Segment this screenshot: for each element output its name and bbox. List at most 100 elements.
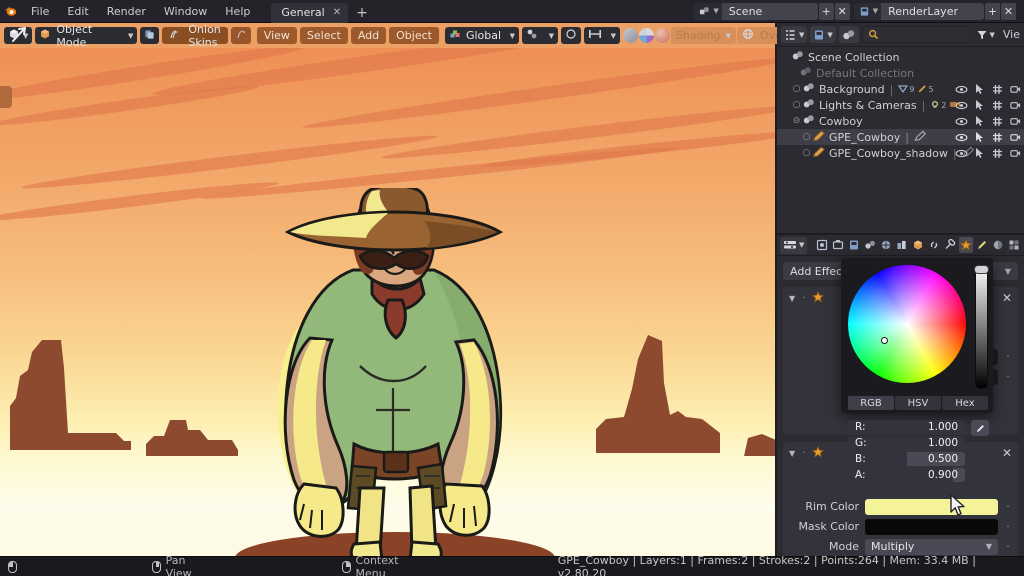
tab-hex[interactable]: Hex — [942, 396, 988, 410]
color-wheel-cursor[interactable] — [881, 337, 888, 344]
add-workspace-button[interactable]: + — [348, 3, 376, 23]
tab-visual-effects-properties[interactable] — [959, 237, 974, 253]
3d-viewport[interactable]: expand-panel-icon — [0, 48, 775, 556]
collapse-triangle-icon[interactable]: ▼ — [789, 294, 795, 303]
viewport-render-icon[interactable] — [991, 82, 1004, 96]
menu-help[interactable]: Help — [216, 0, 259, 23]
tab-object-data-properties[interactable] — [1007, 237, 1021, 253]
animate-dot-icon[interactable]: · — [1004, 540, 1012, 553]
viewport-render-icon[interactable] — [991, 114, 1004, 128]
new-viewlayer-button[interactable]: + — [985, 2, 1000, 20]
viewport-menu-object[interactable]: Object — [389, 27, 439, 44]
rim-color-swatch[interactable] — [865, 498, 998, 515]
menu-window[interactable]: Window — [155, 0, 216, 23]
shading-popover[interactable]: Shading ▼ — [670, 27, 737, 44]
cursor-select-icon[interactable] — [973, 114, 986, 128]
eye-icon[interactable] — [955, 130, 968, 144]
unlink-scene-button[interactable]: ✕ — [834, 2, 850, 20]
value-slider[interactable] — [975, 265, 988, 389]
value-slider-handle[interactable] — [974, 265, 989, 274]
new-scene-button[interactable]: + — [818, 2, 834, 20]
tab-constraints-properties[interactable] — [927, 237, 941, 253]
close-icon[interactable]: ✕ — [1002, 291, 1012, 305]
outliner-collection-button[interactable] — [838, 26, 859, 43]
color-field-r[interactable]: R: 1.000 — [848, 420, 965, 434]
viewlayer-name[interactable]: RenderLayer — [881, 2, 984, 20]
outliner-view-menu[interactable]: Vie — [1001, 28, 1020, 41]
properties-editor-type-selector[interactable]: ▼ — [780, 236, 808, 254]
viewport-render-icon[interactable] — [991, 98, 1004, 112]
tab-output-properties[interactable] — [831, 237, 845, 253]
viewport-render-icon[interactable] — [991, 146, 1004, 160]
solid-shading-button[interactable] — [638, 28, 654, 43]
mode-dropdown[interactable]: Multiply ▼ — [865, 538, 998, 555]
tab-render-properties[interactable] — [815, 237, 829, 253]
menu-edit[interactable]: Edit — [58, 0, 97, 23]
outliner-row-scene-collection[interactable]: Scene Collection — [777, 49, 1024, 65]
tab-object-properties[interactable] — [911, 237, 925, 253]
tab-hsv[interactable]: HSV — [895, 396, 941, 410]
collapse-triangle-icon[interactable]: ▼ — [789, 449, 795, 458]
expand-toggle-icon[interactable]: ○ — [801, 148, 812, 158]
cursor-select-icon[interactable] — [973, 98, 986, 112]
chevron-down-icon[interactable]: ▼ — [712, 7, 721, 15]
copy-settings-button[interactable] — [140, 27, 160, 44]
tab-world-properties[interactable] — [879, 237, 893, 253]
menu-render[interactable]: Render — [98, 0, 155, 23]
tab-texture-properties[interactable] — [991, 237, 1005, 253]
workspace-tab-general[interactable]: General ✕ — [271, 2, 349, 23]
animate-dot-icon[interactable]: · — [1004, 500, 1012, 513]
expand-panel-icon[interactable]: expand-panel-icon — [0, 86, 12, 108]
mode-selector[interactable]: Object Mode ▼ — [35, 23, 138, 49]
remove-viewlayer-button[interactable]: ✕ — [1001, 2, 1016, 20]
pivot-point-selector[interactable]: ▼ — [583, 27, 620, 44]
color-field-a[interactable]: A: 0.900 — [848, 468, 965, 482]
eye-icon[interactable] — [955, 98, 968, 112]
eye-icon[interactable] — [955, 146, 968, 160]
outliner-filter-id-selector[interactable]: ▼ — [810, 26, 836, 43]
scene-id-block[interactable]: ▼ Scene — [694, 2, 818, 20]
mask-color-swatch[interactable] — [865, 518, 998, 535]
outliner-display-mode-selector[interactable]: ▼ — [781, 26, 808, 43]
expand-toggle-icon[interactable]: ○ — [791, 84, 802, 94]
transform-orientation-selector[interactable]: Global ▼ — [444, 27, 519, 44]
tab-modifier-properties[interactable] — [943, 237, 957, 253]
camera-render-icon[interactable] — [1009, 146, 1022, 160]
tab-collection-properties[interactable] — [895, 237, 909, 253]
expand-toggle-icon[interactable]: ○ — [791, 100, 802, 110]
camera-render-icon[interactable] — [1009, 98, 1022, 112]
animate-dot-icon[interactable]: · — [1004, 520, 1012, 533]
cursor-select-icon[interactable] — [973, 146, 986, 160]
blender-logo-icon[interactable] — [0, 0, 22, 23]
snap-selector[interactable]: ▼ — [521, 27, 558, 44]
color-field-b[interactable]: B: 0.500 — [848, 452, 965, 466]
close-icon[interactable]: ✕ — [1002, 446, 1012, 460]
tab-rgb[interactable]: RGB — [848, 396, 894, 410]
scene-name[interactable]: Scene — [721, 2, 818, 20]
close-icon[interactable]: ✕ — [333, 7, 341, 18]
outliner-row-background[interactable]: ○ Background | 9 5 — [777, 81, 1024, 97]
animate-dot-icon[interactable]: · — [1004, 350, 1012, 363]
search-input[interactable] — [861, 26, 970, 43]
outliner-row-default-collection[interactable]: Default Collection — [777, 65, 1024, 81]
cursor-select-icon[interactable] — [973, 82, 986, 96]
wireframe-shading-button[interactable] — [622, 28, 638, 43]
outliner-row-cowboy[interactable]: ⊝ Cowboy — [777, 113, 1024, 129]
tab-material-properties[interactable] — [975, 237, 989, 253]
tab-view-layer-properties[interactable] — [847, 237, 861, 253]
cursor-select-icon[interactable] — [973, 130, 986, 144]
color-wheel[interactable] — [848, 265, 966, 383]
menu-file[interactable]: File — [22, 0, 58, 23]
outliner-row-gpe-cowboy[interactable]: ○ GPE_Cowboy | — [777, 129, 1024, 145]
camera-render-icon[interactable] — [1009, 130, 1022, 144]
eye-icon[interactable] — [955, 82, 968, 96]
viewport-menu-view[interactable]: View — [256, 27, 297, 44]
onion-skins-toggle[interactable]: Onion Skins — [162, 23, 228, 49]
outliner-filter-button[interactable]: ▼ — [973, 26, 998, 43]
animate-dot-icon[interactable]: · — [1004, 370, 1012, 383]
outliner-row-lights-cameras[interactable]: ○ Lights & Cameras | 2 — [777, 97, 1024, 113]
viewlayer-id-block[interactable]: ▼ RenderLayer — [853, 2, 984, 20]
camera-render-icon[interactable] — [1009, 82, 1022, 96]
eye-icon[interactable] — [955, 114, 968, 128]
camera-render-icon[interactable] — [1009, 114, 1022, 128]
